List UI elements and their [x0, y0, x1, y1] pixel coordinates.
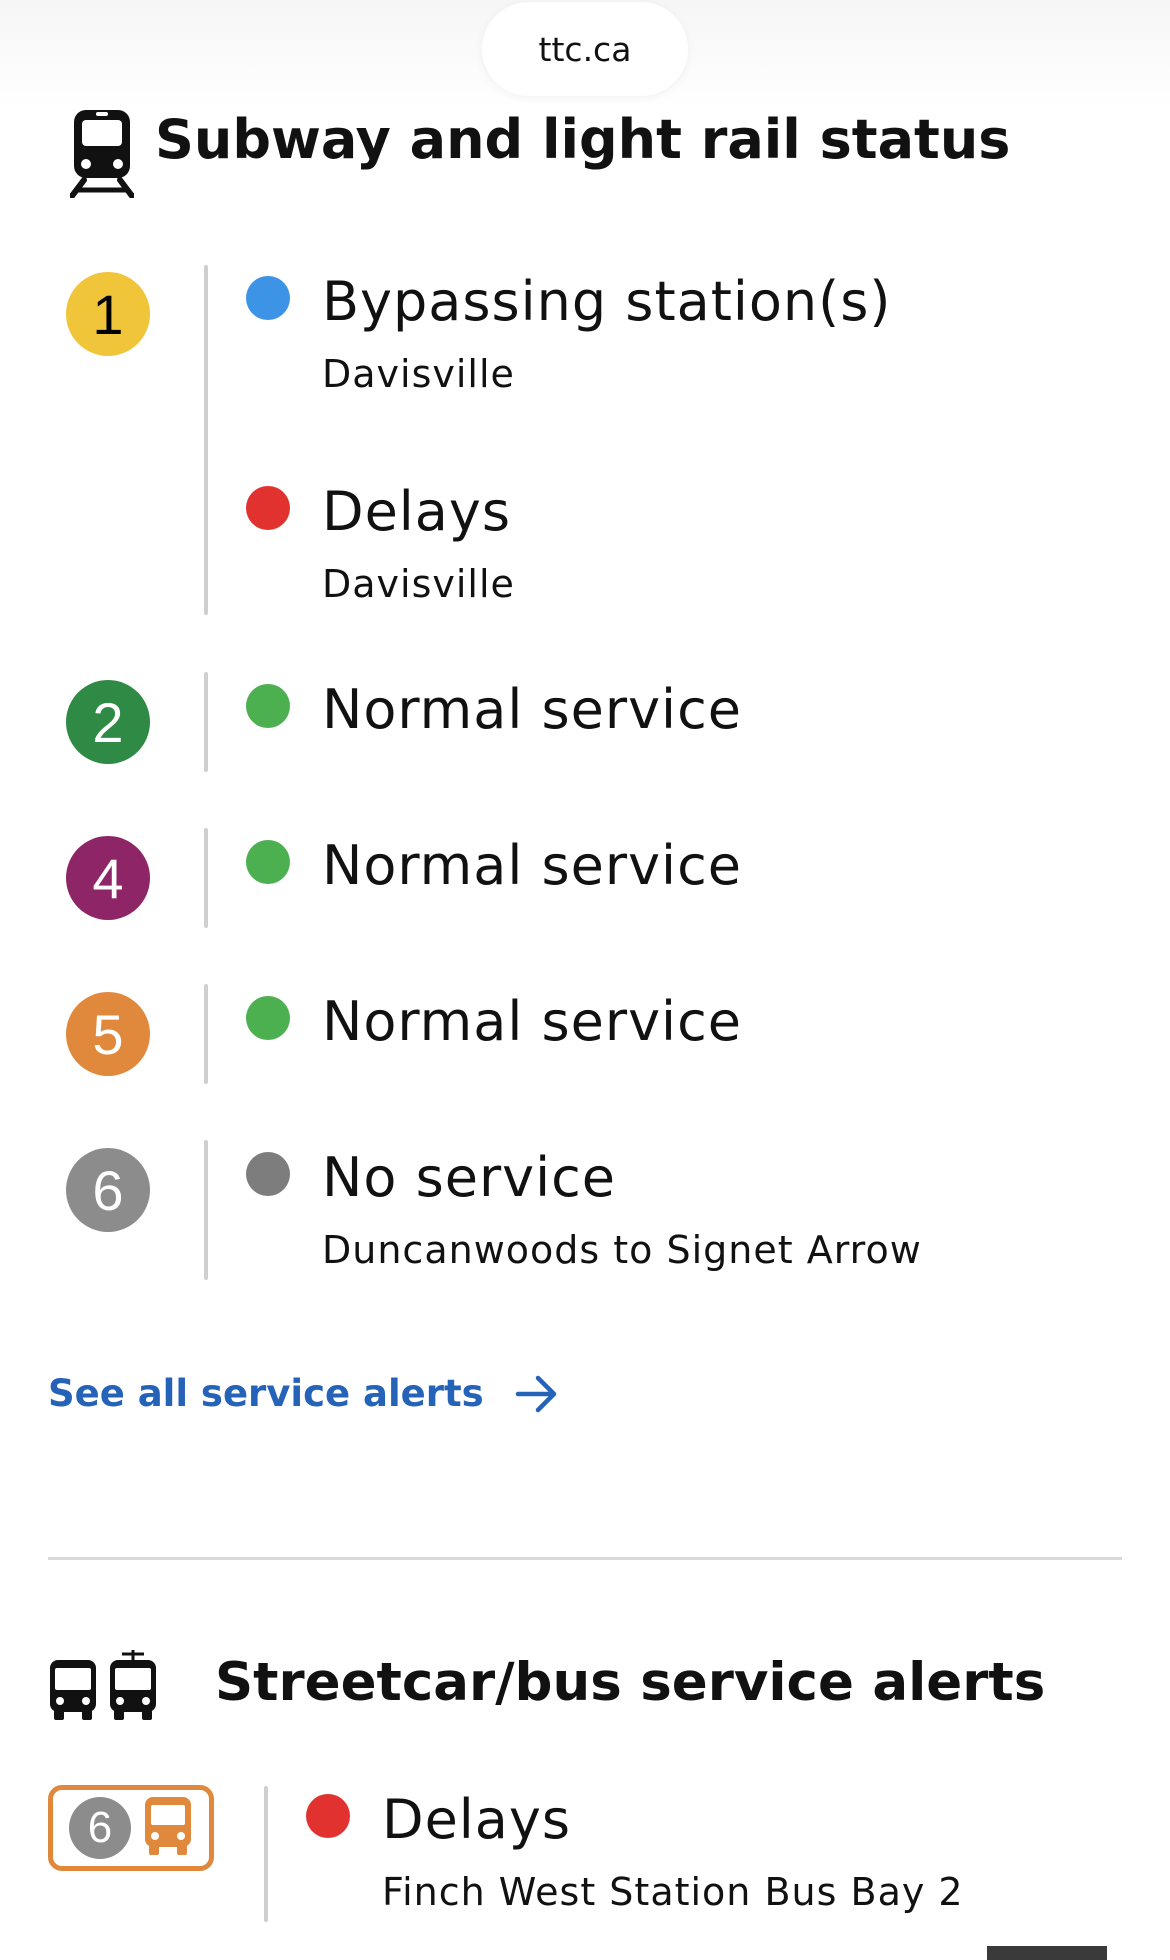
line-5-divider — [204, 984, 208, 1084]
arrow-right-icon — [515, 1375, 556, 1412]
line-4-divider — [204, 828, 208, 928]
surface-section-title: Streetcar/bus service alerts — [215, 1652, 1046, 1713]
bottom-toolbar-edge — [987, 1946, 1107, 1960]
status-label: Delays — [322, 480, 511, 543]
route-number: 6 — [69, 1797, 131, 1859]
status-detail: Duncanwoods to Signet Arrow — [322, 1228, 922, 1272]
line-6-divider — [204, 1140, 208, 1280]
url-text: ttc.ca — [538, 29, 632, 69]
status-label: Normal service — [322, 834, 742, 897]
bus-icon — [48, 1658, 98, 1726]
line-5-badge: 5 — [66, 992, 150, 1076]
subway-section-title: Subway and light rail status — [155, 108, 1011, 171]
bus-icon — [143, 1795, 193, 1861]
route-6-badge: 6 — [48, 1785, 214, 1871]
status-dot — [246, 684, 290, 728]
status-label: Normal service — [322, 678, 742, 741]
see-all-alerts-label: See all service alerts — [48, 1372, 484, 1415]
status-dot — [246, 840, 290, 884]
status-detail: Davisville — [322, 352, 515, 396]
status-label: Delays — [382, 1788, 571, 1851]
status-label: No service — [322, 1146, 617, 1209]
status-dot — [306, 1794, 350, 1838]
browser-url-bar: ttc.ca — [0, 0, 1170, 110]
status-dot — [246, 996, 290, 1040]
section-divider — [48, 1557, 1122, 1560]
status-label: Normal service — [322, 990, 742, 1053]
subway-train-icon — [69, 108, 135, 202]
url-pill[interactable]: ttc.ca — [482, 2, 688, 96]
status-dot — [246, 486, 290, 530]
streetcar-icon — [108, 1650, 158, 1726]
status-dot — [246, 276, 290, 320]
line-2-divider — [204, 672, 208, 772]
line-4-badge: 4 — [66, 836, 150, 920]
status-detail: Davisville — [322, 562, 515, 606]
line-1-badge: 1 — [66, 272, 150, 356]
line-2-badge: 2 — [66, 680, 150, 764]
route-6-divider — [264, 1786, 268, 1922]
status-detail: Finch West Station Bus Bay 2 — [382, 1870, 964, 1914]
line-6-badge: 6 — [66, 1148, 150, 1232]
status-label: Bypassing station(s) — [322, 270, 892, 333]
line-1-divider — [204, 265, 208, 615]
status-dot — [246, 1152, 290, 1196]
see-all-alerts-link[interactable]: See all service alerts — [48, 1372, 560, 1415]
